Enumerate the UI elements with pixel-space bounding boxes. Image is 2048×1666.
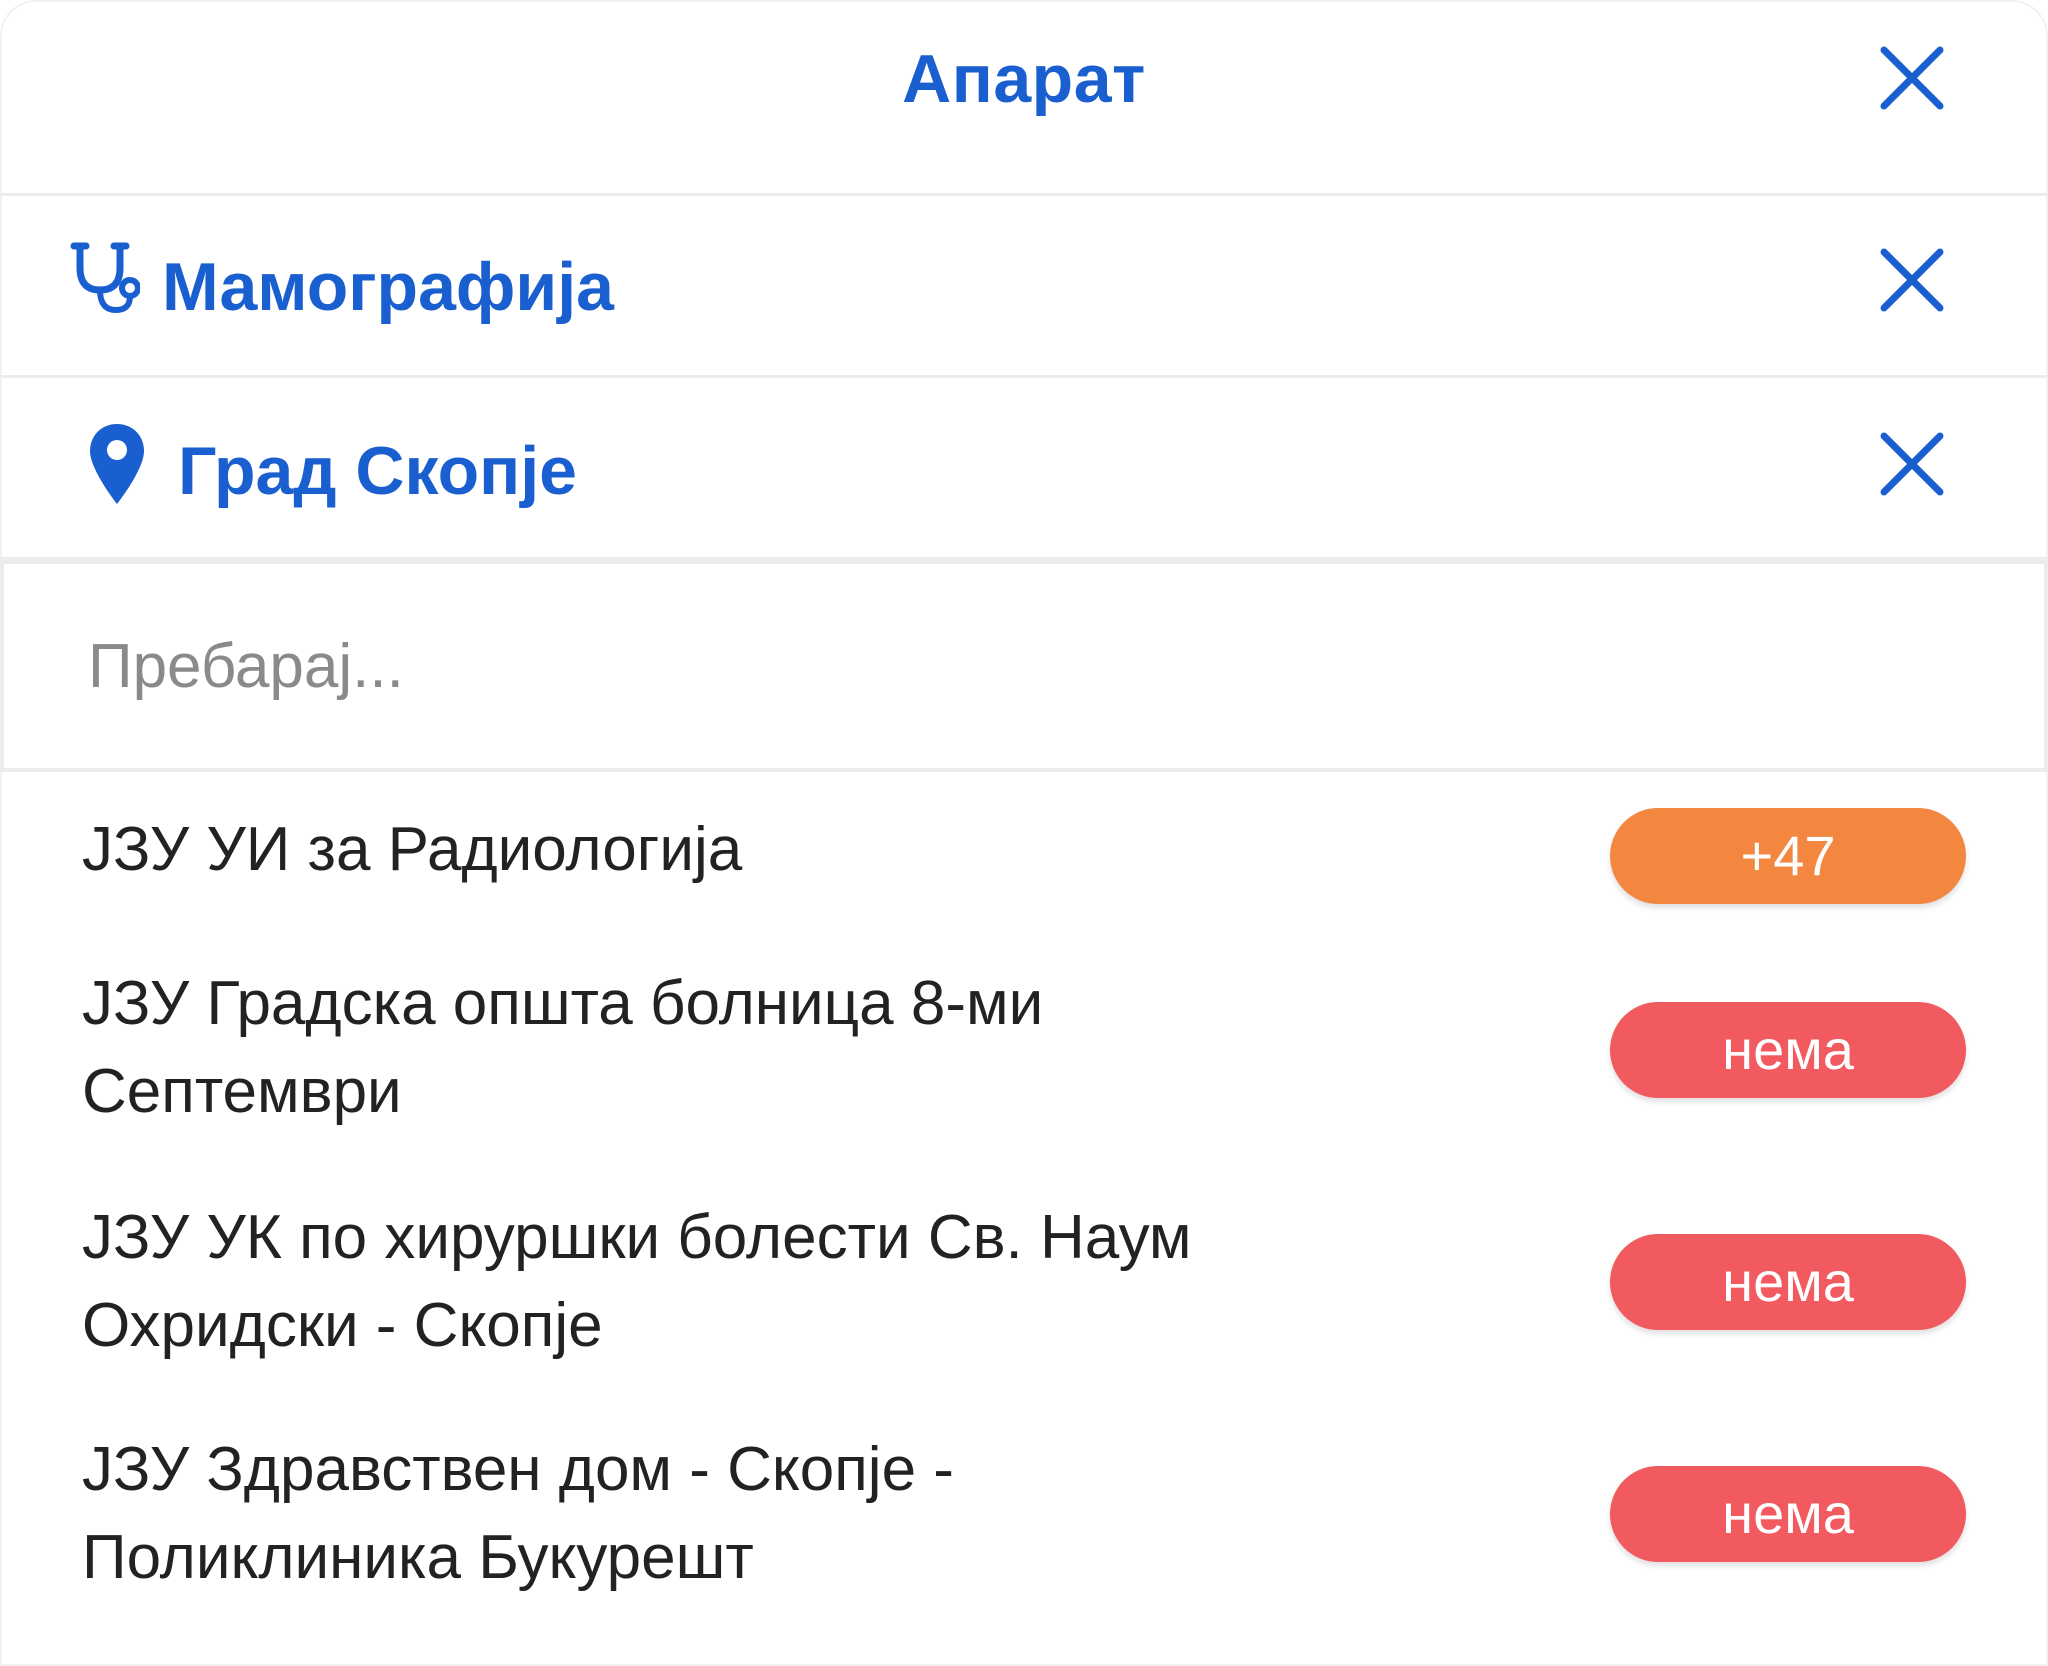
search-input[interactable] bbox=[88, 616, 1888, 716]
facility-name-line-2: Охридски - Скопје bbox=[82, 1291, 603, 1360]
facility-name-line-1: ЈЗУ Градска општа болница 8-ми bbox=[82, 969, 1044, 1038]
filter-chip-modality: Мамографија bbox=[0, 196, 2048, 378]
status-badge: нема bbox=[1610, 1466, 1966, 1562]
close-button[interactable] bbox=[1872, 38, 1952, 118]
close-icon bbox=[1880, 432, 1944, 496]
stethoscope-icon bbox=[70, 238, 141, 323]
facility-name: ЈЗУ УИ за Радиологија bbox=[82, 806, 1502, 894]
map-pin-icon bbox=[88, 422, 146, 511]
facility-name-line-1: ЈЗУ УИ за Радиологија bbox=[82, 815, 743, 884]
filter-panel: Апарат Мамографија Град Скопје Пребарај.… bbox=[0, 0, 2048, 1666]
facility-name: ЈЗУ УК по хируршки болести Св. Наум Охри… bbox=[82, 1194, 1502, 1370]
facility-name-line-2: Септември bbox=[82, 1057, 402, 1126]
remove-city-button[interactable] bbox=[1872, 424, 1952, 504]
status-badge: нема bbox=[1610, 1002, 1966, 1098]
status-badge: нема bbox=[1610, 1234, 1966, 1330]
facility-name: ЈЗУ Градска општа болница 8-ми Септември bbox=[82, 960, 1502, 1136]
facility-name: ЈЗУ Здравствен дом - Скопје - Поликлиник… bbox=[82, 1426, 1502, 1602]
facility-name-line-2: Поликлиника Букурешт bbox=[82, 1523, 754, 1592]
filter-chip-city: Град Скопје bbox=[0, 378, 2048, 560]
filter-label-modality: Мамографија bbox=[162, 249, 614, 325]
panel-title: Апарат bbox=[902, 41, 1146, 117]
search-box bbox=[0, 560, 2048, 772]
list-item[interactable]: ЈЗУ УК по хируршки болести Св. Наум Охри… bbox=[0, 1194, 2048, 1384]
facility-name-line-1: ЈЗУ Здравствен дом - Скопје - bbox=[82, 1435, 954, 1504]
filter-label-city: Град Скопје bbox=[178, 433, 577, 509]
list-item[interactable]: ЈЗУ УИ за Радиологија +47 bbox=[0, 800, 2048, 910]
list-item[interactable]: ЈЗУ Градска општа болница 8-ми Септември… bbox=[0, 960, 2048, 1150]
list-item[interactable]: ЈЗУ Здравствен дом - Скопје - Поликлиник… bbox=[0, 1426, 2048, 1616]
close-icon bbox=[1880, 248, 1944, 312]
remove-modality-button[interactable] bbox=[1872, 240, 1952, 320]
close-icon bbox=[1880, 46, 1944, 110]
status-badge: +47 bbox=[1610, 808, 1966, 904]
panel-header: Апарат bbox=[0, 0, 2048, 196]
facility-name-line-1: ЈЗУ УК по хируршки болести Св. Наум bbox=[82, 1203, 1192, 1272]
